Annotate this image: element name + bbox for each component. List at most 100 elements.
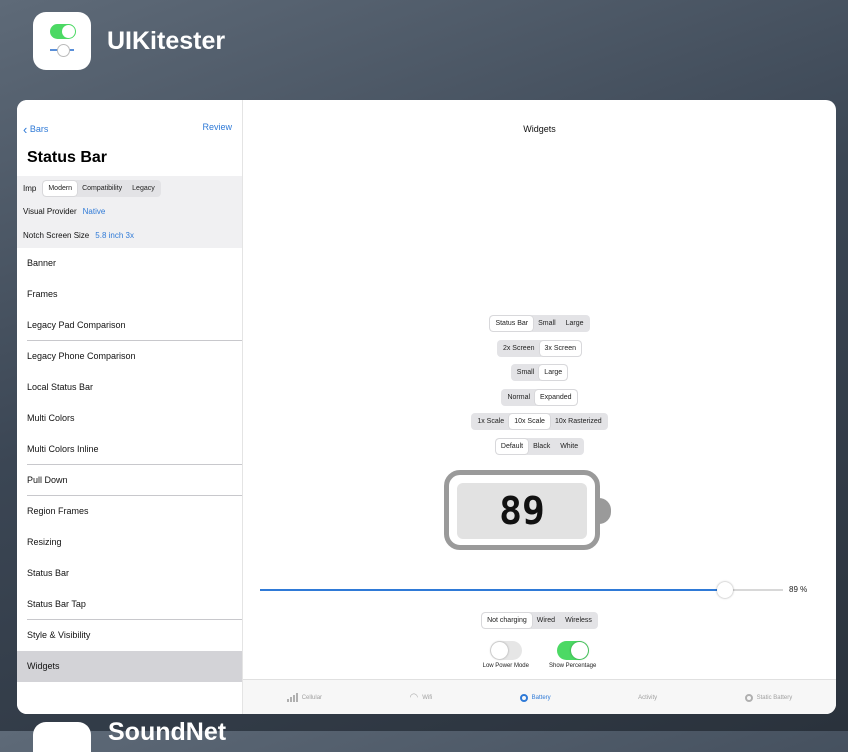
tab-label: Activity: [638, 694, 658, 701]
sidebar-list: Banner Frames Legacy Pad Comparison Lega…: [17, 248, 242, 682]
tab-bar: Cellular ◠ Wifi Battery Activity Static …: [243, 679, 836, 714]
color-option-black[interactable]: Black: [528, 439, 555, 454]
charging-option-wireless[interactable]: Wireless: [560, 613, 597, 628]
tab-label: Cellular: [301, 694, 323, 701]
kind-option-small[interactable]: Small: [533, 316, 561, 331]
low-power-toggle-group: Low Power Mode: [483, 641, 529, 669]
kind-option-large[interactable]: Large: [561, 316, 589, 331]
screen-scale-segmented-control: 2x Screen 3x Screen: [496, 340, 583, 357]
mode-option-normal[interactable]: Normal: [502, 390, 535, 405]
size-option-small[interactable]: Small: [512, 365, 540, 380]
imp-segmented-control: Modern Compatibility Legacy: [42, 180, 161, 197]
slider-fill: [260, 589, 726, 591]
size-option-large[interactable]: Large: [539, 365, 568, 380]
detail-pane: Widgets Status Bar Small Large 2x Screen…: [243, 100, 836, 714]
low-power-label: Low Power Mode: [482, 663, 529, 669]
settings-panel: Imp Modern Compatibility Legacy Visual P…: [17, 176, 242, 248]
tab-label: Wifi: [422, 694, 433, 701]
sidebar-item-pull-down[interactable]: Pull Down: [27, 465, 242, 496]
charging-option-wired[interactable]: Wired: [532, 613, 560, 628]
slider-value-label: 89 %: [789, 585, 808, 594]
tab-wifi[interactable]: ◠ Wifi: [410, 692, 433, 703]
visual-provider-value[interactable]: Native: [83, 207, 106, 216]
app-title: UIKitester: [107, 26, 226, 55]
battery-level-slider[interactable]: [260, 582, 783, 598]
visual-provider-label: Visual Provider: [23, 207, 77, 216]
show-percentage-switch[interactable]: [556, 641, 589, 660]
sidebar-item-style-visibility[interactable]: Style & Visibility: [17, 620, 242, 651]
scale-option-10x[interactable]: 10x Scale: [509, 414, 550, 429]
next-app-icon[interactable]: [33, 722, 91, 752]
show-percentage-label: Show Percentage: [548, 663, 597, 669]
slider-knob-glyph-icon: [57, 44, 70, 57]
sidebar-item-legacy-pad-comparison[interactable]: Legacy Pad Comparison: [27, 310, 242, 341]
show-percentage-toggle-group: Show Percentage: [549, 641, 596, 669]
mode-option-expanded[interactable]: Expanded: [535, 390, 577, 405]
tab-activity[interactable]: Activity: [638, 695, 657, 701]
sidebar-item-region-frames[interactable]: Region Frames: [17, 496, 242, 527]
charging-segmented-control: Not charging Wired Wireless: [481, 612, 598, 629]
render-scale-row: 1x Scale 10x Scale 10x Rasterized: [243, 413, 836, 430]
sidebar-item-multi-colors[interactable]: Multi Colors: [17, 403, 242, 434]
imp-option-compatibility[interactable]: Compatibility: [77, 181, 127, 196]
sidebar-item-widgets[interactable]: Widgets: [17, 651, 242, 682]
notch-size-value[interactable]: 5.8 inch 3x: [95, 231, 134, 240]
tab-battery[interactable]: Battery: [519, 693, 551, 702]
color-row: Default Black White: [243, 438, 836, 455]
imp-option-modern[interactable]: Modern: [43, 181, 78, 196]
screen-option-2x[interactable]: 2x Screen: [498, 341, 540, 356]
imp-option-legacy[interactable]: Legacy: [127, 181, 160, 196]
charging-option-not-charging[interactable]: Not charging: [482, 613, 532, 628]
low-power-switch[interactable]: [489, 641, 522, 660]
notch-size-label: Notch Screen Size: [23, 231, 90, 240]
switch-knob: [490, 642, 508, 659]
notch-size-row[interactable]: Notch Screen Size 5.8 inch 3x: [23, 231, 134, 240]
back-button-label: Bars: [29, 124, 49, 134]
toggles-row: Low Power Mode Show Percentage: [243, 641, 836, 669]
switch-knob: [570, 642, 588, 659]
imp-label: Imp: [23, 184, 37, 193]
sidebar: ‹ Bars Review Status Bar Imp Modern Comp…: [17, 100, 243, 714]
tab-cellular[interactable]: Cellular: [286, 693, 323, 702]
review-button[interactable]: Review: [202, 122, 232, 132]
app-window: ‹ Bars Review Status Bar Imp Modern Comp…: [17, 100, 836, 714]
sidebar-item-legacy-phone-comparison[interactable]: Legacy Phone Comparison: [17, 341, 242, 372]
battery-percentage: 89: [457, 483, 587, 539]
size-segmented-control: Small Large: [510, 364, 569, 381]
sidebar-item-multi-colors-inline[interactable]: Multi Colors Inline: [27, 434, 242, 465]
imp-row: Imp Modern Compatibility Legacy: [23, 180, 161, 197]
battery-ring-icon: [519, 693, 528, 702]
sidebar-item-frames[interactable]: Frames: [17, 279, 242, 310]
widget-kind-segmented-control: Status Bar Small Large: [489, 315, 590, 332]
scale-option-1x[interactable]: 1x Scale: [472, 414, 509, 429]
app-icon[interactable]: [33, 12, 91, 70]
widget-kind-row: Status Bar Small Large: [243, 315, 836, 332]
battery-icon: 89: [444, 470, 600, 550]
back-button[interactable]: ‹ Bars: [23, 122, 48, 137]
toggle-glyph-icon: [50, 24, 76, 39]
page-title: Status Bar: [27, 149, 108, 166]
sidebar-item-resizing[interactable]: Resizing: [17, 527, 242, 558]
mode-segmented-control: Normal Expanded: [501, 389, 578, 406]
color-option-default[interactable]: Default: [495, 439, 529, 454]
sidebar-nav-bar: ‹ Bars Review: [17, 122, 242, 138]
sidebar-item-status-bar[interactable]: Status Bar: [17, 558, 242, 589]
kind-option-status-bar[interactable]: Status Bar: [490, 316, 534, 331]
color-option-white[interactable]: White: [555, 439, 583, 454]
chevron-left-icon: ‹: [23, 122, 28, 137]
visual-provider-row[interactable]: Visual Provider Native: [23, 207, 105, 216]
scale-option-10x-rasterized[interactable]: 10x Rasterized: [550, 414, 607, 429]
slider-knob[interactable]: [717, 582, 734, 598]
sidebar-item-banner[interactable]: Banner: [17, 248, 242, 279]
sidebar-item-status-bar-tap[interactable]: Status Bar Tap: [27, 589, 242, 620]
battery-terminal-icon: [599, 498, 611, 524]
wifi-icon: ◠: [409, 692, 419, 703]
app-header: UIKitester: [33, 12, 225, 70]
color-segmented-control: Default Black White: [494, 438, 585, 455]
sidebar-item-local-status-bar[interactable]: Local Status Bar: [17, 372, 242, 403]
tab-static-battery[interactable]: Static Battery: [744, 693, 792, 702]
screen-scale-row: 2x Screen 3x Screen: [243, 340, 836, 357]
charging-row: Not charging Wired Wireless: [243, 612, 836, 629]
render-scale-segmented-control: 1x Scale 10x Scale 10x Rasterized: [471, 413, 608, 430]
screen-option-3x[interactable]: 3x Screen: [539, 341, 582, 356]
